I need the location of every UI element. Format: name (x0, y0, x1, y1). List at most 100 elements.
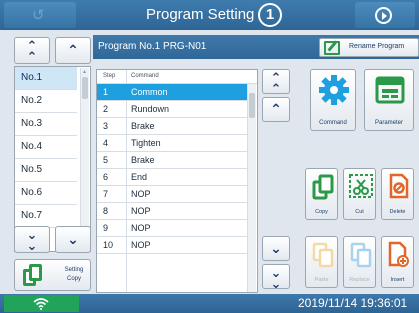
chevron-down-icon: ⌄ (270, 240, 282, 256)
status-bar: 2019/11/14 19:36:01 (0, 294, 419, 313)
parameter-label: Parameter (374, 120, 403, 126)
step-row[interactable]: 1 Common (97, 84, 247, 101)
step-page-up-button[interactable]: ⌃ ⌃ (262, 69, 290, 96)
program-list-item[interactable]: No.5 (15, 159, 77, 182)
step-table-scrollbar[interactable] (247, 84, 256, 292)
list-page-down-button[interactable]: ⌄ ⌄ (14, 226, 50, 253)
chevron-up-icon: ⌃ (270, 101, 282, 117)
step-row[interactable]: 3 Brake (97, 118, 247, 135)
step-number: 9 (103, 223, 109, 233)
rename-program-label: Rename Program (349, 43, 405, 50)
list-scroll-up-button[interactable]: ⌃ (55, 37, 91, 64)
step-scroll-down-button[interactable]: ⌄ (262, 236, 290, 261)
program-list-item[interactable]: No.2 (15, 90, 77, 113)
gear-icon (319, 75, 349, 105)
insert-label: Insert (390, 277, 405, 283)
program-list-item[interactable]: No.1 (15, 67, 77, 90)
step-row[interactable]: 8 NOP (97, 203, 247, 220)
insert-button[interactable]: Insert (381, 236, 414, 288)
step-command: End (131, 172, 148, 182)
step-row[interactable]: 9 NOP (97, 220, 247, 237)
col-command-header: Command (131, 73, 159, 79)
edit-icon (324, 41, 340, 55)
step-command: NOP (131, 240, 151, 250)
parameter-window-icon (375, 76, 405, 104)
wifi-status[interactable] (4, 295, 79, 312)
step-command: NOP (131, 189, 151, 199)
title-bar: ↺ Program Setting 1 (0, 0, 419, 30)
program-title: Program No.1 PRG-N01 (98, 41, 207, 52)
step-number: 5 (103, 155, 109, 165)
step-page-down-button[interactable]: ⌄ ⌄ (262, 264, 290, 291)
parameter-button[interactable]: Parameter (364, 69, 414, 131)
copy-label: Copy (315, 209, 328, 215)
col-step-header: Step (103, 73, 116, 79)
list-page-up-button[interactable]: ⌃ ⌃ (14, 37, 50, 64)
start-button[interactable] (355, 2, 415, 28)
step-command: Rundown (131, 104, 170, 114)
step-row[interactable]: 2 Rundown (97, 101, 247, 118)
step-command: Common (131, 87, 168, 97)
step-number: 6 (103, 172, 109, 182)
step-number: 3 (103, 121, 109, 131)
scroll-thumb[interactable] (82, 77, 88, 99)
step-number: 8 (103, 206, 109, 216)
step-row[interactable]: 5 Brake (97, 152, 247, 169)
step-number: 10 (103, 240, 114, 250)
paste-button[interactable]: Paste (305, 236, 338, 288)
step-row[interactable]: 10 NOP (97, 237, 247, 254)
step-row[interactable]: 6 End (97, 169, 247, 186)
replace-icon (350, 242, 372, 268)
step-number: 7 (103, 189, 109, 199)
copy-button[interactable]: Copy (305, 168, 338, 220)
step-table[interactable]: Step Command 1 Common 2 Rundown 3 Brake 4 Ti… (96, 69, 258, 293)
delete-icon (389, 173, 409, 199)
program-list[interactable]: No.1 No.2 No.3 No.4 No.5 No.6 No.7 ▲ ▼ (14, 66, 91, 252)
setting-copy-label: Setting Copy (64, 267, 84, 282)
double-chevron-up-icon: ⌃ ⌃ (270, 70, 282, 96)
list-scroll-down-button[interactable]: ⌄ (55, 226, 91, 253)
double-chevron-down-icon: ⌄ ⌄ (26, 227, 38, 253)
delete-button[interactable]: Delete (381, 168, 414, 220)
step-command: Tighten (131, 138, 161, 148)
delete-label: Delete (389, 209, 406, 215)
program-header: Program No.1 PRG-N01 Rename Program (93, 35, 419, 59)
play-circle-icon (375, 7, 392, 24)
program-list-item[interactable]: No.6 (15, 182, 77, 205)
double-chevron-up-icon: ⌃ ⌃ (26, 38, 38, 64)
status-datetime: 2019/11/14 19:36:01 (298, 296, 408, 310)
step-number: 4 (103, 138, 109, 148)
step-scroll-up-button[interactable]: ⌃ (262, 97, 290, 122)
program-list-scrollbar[interactable]: ▲ ▼ (80, 68, 89, 251)
chevron-up-icon: ⌃ (67, 42, 79, 58)
back-button[interactable]: ↺ (4, 2, 76, 28)
scroll-up-arrow-icon: ▲ (82, 69, 87, 75)
program-list-item[interactable]: No.7 (15, 205, 77, 228)
replace-label: Replace (349, 277, 370, 283)
double-chevron-down-icon: ⌄ ⌄ (270, 265, 282, 291)
copy-icon (312, 174, 334, 200)
insert-icon (388, 241, 409, 267)
step-row[interactable]: 4 Tighten (97, 135, 247, 152)
step-row[interactable]: 7 NOP (97, 186, 247, 203)
setting-copy-button[interactable]: Setting Copy (14, 259, 91, 291)
step-number: 2 (103, 104, 109, 114)
back-arrow-icon: ↺ (32, 7, 45, 24)
page-number-badge: 1 (258, 3, 282, 27)
replace-button[interactable]: Replace (343, 236, 376, 288)
cut-button[interactable]: Cut (343, 168, 376, 220)
program-list-item[interactable]: No.3 (15, 113, 77, 136)
page-title: Program Setting (146, 6, 255, 23)
rename-program-button[interactable]: Rename Program (319, 38, 419, 57)
chevron-down-icon: ⌄ (67, 231, 79, 247)
step-command: Brake (131, 121, 155, 131)
command-button[interactable]: Command (310, 69, 356, 131)
step-rows: 1 Common 2 Rundown 3 Brake 4 Tighten 5 Brake … (97, 84, 247, 254)
wifi-icon (33, 298, 49, 310)
step-command: NOP (131, 206, 151, 216)
scroll-thumb[interactable] (249, 93, 255, 118)
program-list-item[interactable]: No.4 (15, 136, 77, 159)
step-table-header: Step Command (97, 70, 257, 84)
step-number: 1 (103, 87, 109, 97)
copy-icon (23, 264, 43, 287)
